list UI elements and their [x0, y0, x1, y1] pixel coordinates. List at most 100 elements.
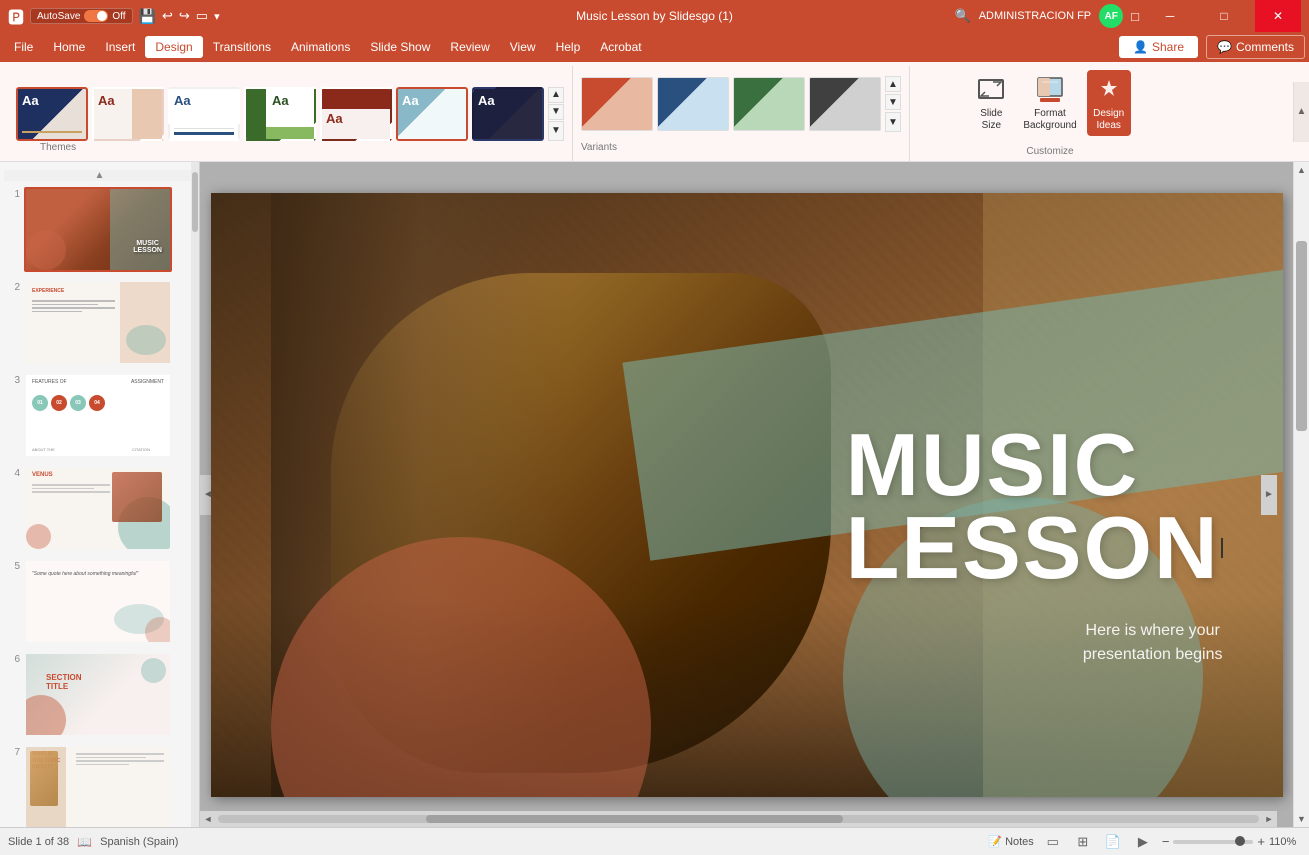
gallery-more-arrow[interactable]: ▼: [548, 121, 564, 141]
save-icon[interactable]: 💾: [139, 8, 156, 25]
panel-scroll-up[interactable]: ▲: [4, 170, 195, 181]
slide-number-2: 2: [6, 280, 20, 293]
reading-view-button[interactable]: 📄: [1102, 831, 1124, 853]
canvas-area: ◄ MUSIC LESSON: [200, 162, 1293, 827]
menu-help[interactable]: Help: [546, 36, 591, 58]
spell-check-icon[interactable]: 📖: [77, 835, 92, 849]
titlebar-right: 🔍 ADMINISTRACION FP AF □ ─ □ ✕: [955, 0, 1302, 32]
gallery-up-arrow[interactable]: ▲: [548, 87, 564, 103]
customize-qat-icon[interactable]: ▾: [214, 10, 220, 23]
slide-thumb-4[interactable]: 4 VENUS: [4, 464, 195, 553]
text-cursor: [1221, 538, 1223, 558]
present-icon[interactable]: ▭: [196, 8, 208, 24]
ribbon-variants-section: ▲ ▼ ▼ Variants: [573, 66, 910, 161]
slide-thumb-7[interactable]: 7 WHAT ISTHIS TOPICABOUT?: [4, 743, 195, 827]
theme-item-6[interactable]: Aa: [396, 87, 468, 141]
zoom-slider[interactable]: [1173, 840, 1253, 844]
hscroll-left-arrow[interactable]: ◄: [200, 811, 216, 827]
slide-canvas[interactable]: MUSIC LESSON Here is where yourpresentat…: [211, 193, 1283, 797]
hscroll-track[interactable]: [218, 815, 1259, 823]
menu-review[interactable]: Review: [440, 36, 499, 58]
vscroll-up-arrow[interactable]: ▲: [1294, 162, 1309, 178]
variant-3[interactable]: [733, 77, 805, 131]
vscroll-thumb[interactable]: [1296, 241, 1307, 431]
slide-image-1: MUSICLESSON: [24, 187, 172, 272]
menu-design[interactable]: Design: [145, 36, 202, 58]
theme-item-4[interactable]: Aa: [244, 87, 316, 141]
vscroll-down-arrow[interactable]: ▼: [1294, 811, 1309, 827]
slide-title[interactable]: MUSIC LESSON: [846, 423, 1223, 590]
variants-down-arrow[interactable]: ▼: [885, 94, 901, 110]
menu-acrobat[interactable]: Acrobat: [590, 36, 651, 58]
autosave-badge[interactable]: AutoSave Off: [30, 8, 133, 24]
variants-up-arrow[interactable]: ▲: [885, 76, 901, 92]
restore-button[interactable]: □: [1201, 0, 1247, 32]
menu-insert[interactable]: Insert: [95, 36, 145, 58]
slide-image-2: EXPERIENCE: [24, 280, 172, 365]
autosave-label: AutoSave: [37, 11, 80, 22]
menu-animations[interactable]: Animations: [281, 36, 360, 58]
menu-view[interactable]: View: [500, 36, 546, 58]
variants-label: Variants: [581, 138, 901, 157]
slide-number-4: 4: [6, 466, 20, 479]
theme-item-3[interactable]: Aa: [168, 87, 240, 141]
panel-scroll-thumb[interactable]: [192, 172, 198, 232]
notes-button[interactable]: 📝 Notes: [988, 835, 1033, 848]
slide-thumb-6[interactable]: 6 SECTIONTITLE: [4, 650, 195, 739]
menu-slideshow[interactable]: Slide Show: [360, 36, 440, 58]
menu-file[interactable]: File: [4, 36, 43, 58]
slideshow-button[interactable]: ▶: [1132, 831, 1154, 853]
zoom-in-button[interactable]: +: [1257, 834, 1265, 849]
variant-2[interactable]: [657, 77, 729, 131]
ribbon-themes-section: Aa Aa Aa Aa A: [8, 66, 573, 161]
variant-4[interactable]: [809, 77, 881, 131]
slide-subtitle-text: Here is where yourpresentation begins: [1083, 622, 1223, 663]
slide-thumb-3[interactable]: 3 FEATURES OF ASSIGNMENT 01 02 03 04 ABO…: [4, 371, 195, 460]
ribbon-display-icon[interactable]: □: [1131, 9, 1139, 24]
autosave-toggle[interactable]: [84, 10, 108, 22]
minimize-button[interactable]: ─: [1147, 0, 1193, 32]
undo-icon[interactable]: ↩: [162, 8, 173, 24]
slide-number-3: 3: [6, 373, 20, 386]
user-name: ADMINISTRACION FP: [979, 10, 1091, 22]
search-icon[interactable]: 🔍: [955, 8, 971, 24]
format-background-button[interactable]: FormatBackground: [1017, 70, 1082, 136]
ribbon-collapse-button[interactable]: ▲: [1293, 82, 1309, 142]
gallery-down-arrow[interactable]: ▼: [548, 104, 564, 120]
themes-gallery: Aa Aa Aa Aa A: [16, 83, 564, 145]
theme-item-1[interactable]: Aa: [16, 87, 88, 141]
theme-item-5[interactable]: Aa: [320, 87, 392, 141]
canvas-scroll-right[interactable]: ►: [1261, 475, 1277, 515]
slide-subtitle[interactable]: Here is where yourpresentation begins: [1083, 619, 1223, 667]
hscroll-right-arrow[interactable]: ►: [1261, 811, 1277, 827]
normal-view-button[interactable]: ▭: [1042, 831, 1064, 853]
design-ideas-button[interactable]: DesignIdeas: [1087, 70, 1131, 136]
panel-scrollbar[interactable]: [191, 162, 199, 827]
theme-item-2[interactable]: Aa: [92, 87, 164, 141]
theme-item-7[interactable]: Aa: [472, 87, 544, 141]
comments-button[interactable]: 💬 Comments: [1206, 35, 1305, 59]
slide-panel: ▲ 1 MUSICLESSON 2 EXPERIENCE: [0, 162, 200, 827]
menu-home[interactable]: Home: [43, 36, 95, 58]
zoom-out-button[interactable]: −: [1162, 834, 1170, 849]
variants-more-arrow[interactable]: ▼: [885, 112, 901, 132]
slide-number-6: 6: [6, 652, 20, 665]
redo-icon[interactable]: ↪: [179, 8, 190, 24]
slide-sorter-button[interactable]: ⊞: [1072, 831, 1094, 853]
slide-size-button[interactable]: SlideSize: [969, 70, 1013, 136]
slide-thumb-5[interactable]: 5 "Some quote here about something meani…: [4, 557, 195, 646]
vertical-scrollbar[interactable]: ▲ ▼: [1293, 162, 1309, 827]
share-button[interactable]: 👤 Share: [1119, 36, 1198, 58]
slide-thumb-1[interactable]: 1 MUSICLESSON: [4, 185, 195, 274]
variant-1[interactable]: [581, 77, 653, 131]
close-button[interactable]: ✕: [1255, 0, 1301, 32]
menubar: File Home Insert Design Transitions Anim…: [0, 32, 1309, 62]
slide-number-5: 5: [6, 559, 20, 572]
horizontal-scrollbar[interactable]: ◄ ►: [200, 811, 1277, 827]
hscroll-thumb[interactable]: [426, 815, 842, 823]
menu-transitions[interactable]: Transitions: [203, 36, 281, 58]
vscroll-track[interactable]: [1294, 178, 1309, 811]
slide-thumb-2[interactable]: 2 EXPERIENCE: [4, 278, 195, 367]
customize-buttons: SlideSize FormatBackground: [969, 66, 1130, 142]
comments-icon: 💬: [1217, 40, 1232, 54]
